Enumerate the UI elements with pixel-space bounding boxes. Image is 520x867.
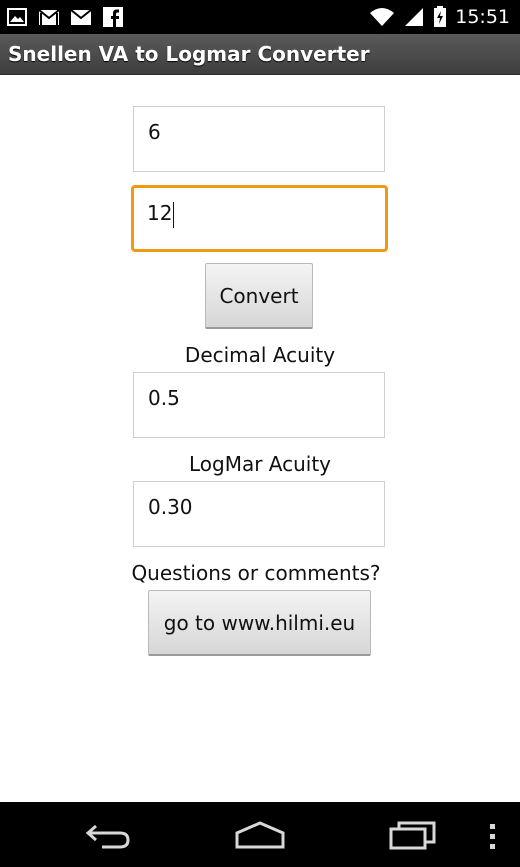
decimal-acuity-label: Decimal Acuity [184, 343, 336, 367]
status-time: 15:51 [455, 6, 510, 28]
numerator-input[interactable]: 6 [133, 106, 385, 172]
text-cursor [173, 201, 175, 228]
notification-icons [6, 6, 124, 28]
status-bar: 15:51 [0, 0, 520, 34]
action-bar: Snellen VA to Logmar Converter [0, 34, 520, 75]
website-button[interactable]: go to www.hilmi.eu [148, 590, 371, 656]
wifi-icon [370, 8, 395, 26]
decimal-acuity-field[interactable]: 0.5 [133, 372, 385, 438]
signal-icon [405, 8, 424, 26]
numerator-value: 6 [148, 120, 161, 144]
navigation-bar [0, 802, 520, 867]
app-title: Snellen VA to Logmar Converter [8, 42, 370, 66]
denominator-input[interactable]: 12 [131, 185, 388, 252]
back-icon[interactable] [84, 820, 132, 850]
home-icon[interactable] [234, 820, 286, 850]
overflow-menu-icon[interactable] [488, 822, 498, 852]
logmar-acuity-field[interactable]: 0.30 [133, 481, 385, 547]
recents-icon[interactable] [388, 820, 438, 850]
denominator-value: 12 [147, 201, 173, 225]
questions-label: Questions or comments? [131, 561, 381, 585]
battery-charging-icon [434, 6, 447, 27]
logmar-acuity-label: LogMar Acuity [188, 452, 332, 476]
gmail-icon [38, 9, 60, 25]
image-icon [7, 8, 27, 26]
logmar-acuity-value: 0.30 [148, 495, 193, 519]
facebook-icon [103, 7, 123, 27]
system-status: 15:51 [369, 4, 510, 30]
mail-icon [70, 9, 92, 25]
decimal-acuity-value: 0.5 [148, 386, 180, 410]
convert-button[interactable]: Convert [205, 263, 313, 329]
